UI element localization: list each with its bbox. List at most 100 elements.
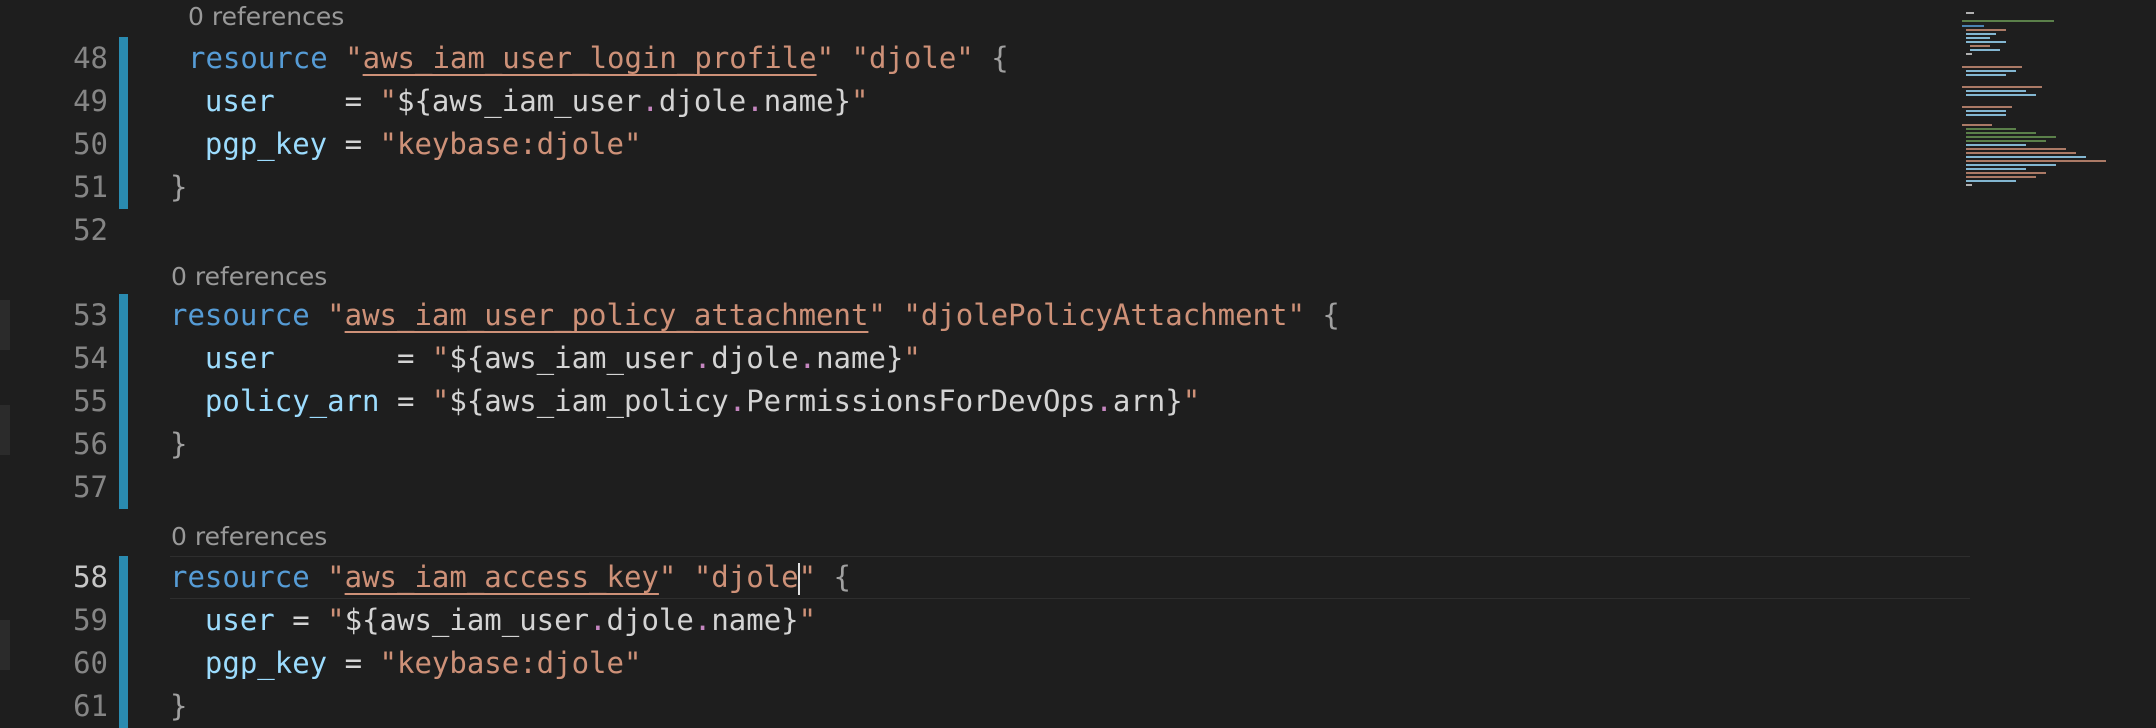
codelens-references[interactable]: 0 references [171,522,327,552]
line-number: 52 [73,213,108,247]
code-token: resource [170,298,310,332]
minimap-line [1966,168,2026,170]
code-text[interactable]: resource "aws_iam_user_login_profile" "d… [188,37,1009,80]
code-line[interactable]: 56} [0,423,1970,466]
minimap-line [1966,12,1974,14]
code-line[interactable]: 52 [0,209,1970,252]
code-token: . [641,84,659,118]
minimap[interactable] [1962,0,2156,200]
minimap-line [1966,176,2036,178]
line-number: 60 [73,646,108,680]
code-token: aws_iam_access_key [344,560,659,594]
modified-indicator [119,685,128,728]
minimap-line [1966,128,2016,130]
modified-indicator [119,556,128,599]
modified-indicator [119,466,128,509]
code-text[interactable]: policy_arn = "${aws_iam_policy.Permissio… [170,380,1200,423]
code-line[interactable]: 50 pgp_key = "keybase:djole" [0,123,1970,166]
minimap-line [1966,94,2036,96]
code-token: PermissionsForDevOps [746,384,1096,418]
code-text[interactable]: } [170,685,187,728]
code-text[interactable]: user = "${aws_iam_user.djole.name}" [170,337,921,380]
code-token: . [728,384,747,418]
codelens-references[interactable]: 0 references [188,2,344,32]
code-line[interactable]: 48 resource "aws_iam_user_login_profile" … [0,37,1970,80]
minimap-line [1966,37,1990,39]
minimap-line [1966,110,2006,112]
minimap-line [1966,29,2006,31]
line-number: 57 [73,470,108,504]
code-text[interactable]: } [170,166,187,209]
minimap-line [1966,164,2056,166]
code-token: " [1182,384,1201,418]
code-token: . [798,341,817,375]
modified-indicator [119,423,128,466]
code-line[interactable]: 57 [0,466,1970,509]
minimap-line [1962,66,2022,68]
code-token: . [589,603,607,637]
code-text[interactable]: resource "aws_iam_user_policy_attachment… [170,294,1340,337]
modified-indicator [119,380,128,423]
code-token: ${aws_iam_user [344,603,590,637]
minimap-line [1962,20,2054,22]
code-text[interactable]: } [170,423,187,466]
code-line[interactable]: 59 user = "${aws_iam_user.djole.name}" [0,599,1970,642]
code-token: . [746,84,764,118]
modified-indicator [119,599,128,642]
code-line[interactable]: 58 resource "aws_iam_access_key" "djole" … [0,556,1970,599]
code-token: "djolePolicyAttachment" [903,298,1305,332]
code-token: "keybase:djole" [379,646,642,680]
codelens-references[interactable]: 0 references [171,262,327,292]
minimap-line [1966,140,2046,142]
code-token: aws_iam_user_login_profile [362,41,817,75]
code-text[interactable]: pgp_key = "keybase:djole" [170,123,642,166]
code-text[interactable]: user = "${aws_iam_user.djole.name}" [170,599,816,642]
minimap-line [1966,74,2006,76]
code-line[interactable]: 51} [0,166,1970,209]
code-line[interactable]: 61} [0,685,1970,728]
minimap-line [1966,160,2106,162]
code-line[interactable]: 53 resource "aws_iam_user_policy_attachme… [0,294,1970,337]
code-text[interactable]: resource "aws_iam_access_key" "djole" { [170,556,851,599]
code-token: " [868,298,886,332]
code-line[interactable]: 49 user = "${aws_iam_user.djole.name}" [0,80,1970,123]
code-token: . [693,603,712,637]
code-token: " [327,603,345,637]
code-line[interactable]: 60 pgp_key = "keybase:djole" [0,642,1970,685]
code-line[interactable]: 54 user = "${aws_iam_user.djole.name}" [0,337,1970,380]
code-token: user [204,603,275,637]
line-number: 49 [73,84,108,118]
code-text[interactable]: user = "${aws_iam_user.djole.name}" [170,80,869,123]
modified-indicator [119,80,128,123]
code-text[interactable]: pgp_key = "keybase:djole" [170,642,642,685]
code-token: } [170,427,188,461]
line-number: 58 [73,560,108,594]
code-token: " [903,341,921,375]
code-token: " [345,41,363,75]
code-token: pgp_key [204,646,328,680]
code-token: . [693,341,712,375]
code-token: " [379,84,397,118]
code-token: ${aws_iam_user [397,84,642,118]
line-number: 56 [73,427,108,461]
minimap-line [1970,45,1990,47]
code-token: djole [711,341,799,375]
minimap-line [1966,148,2066,150]
code-token: " [431,384,450,418]
code-token: " [658,560,677,594]
code-token: } [170,170,188,204]
minimap-line [1966,90,2026,92]
code-token: "djole [693,560,799,594]
code-line[interactable]: 55 policy_arn = "${aws_iam_policy.Permis… [0,380,1970,423]
code-editor[interactable]: 0 references 0 references 0 references 4… [0,0,2156,728]
